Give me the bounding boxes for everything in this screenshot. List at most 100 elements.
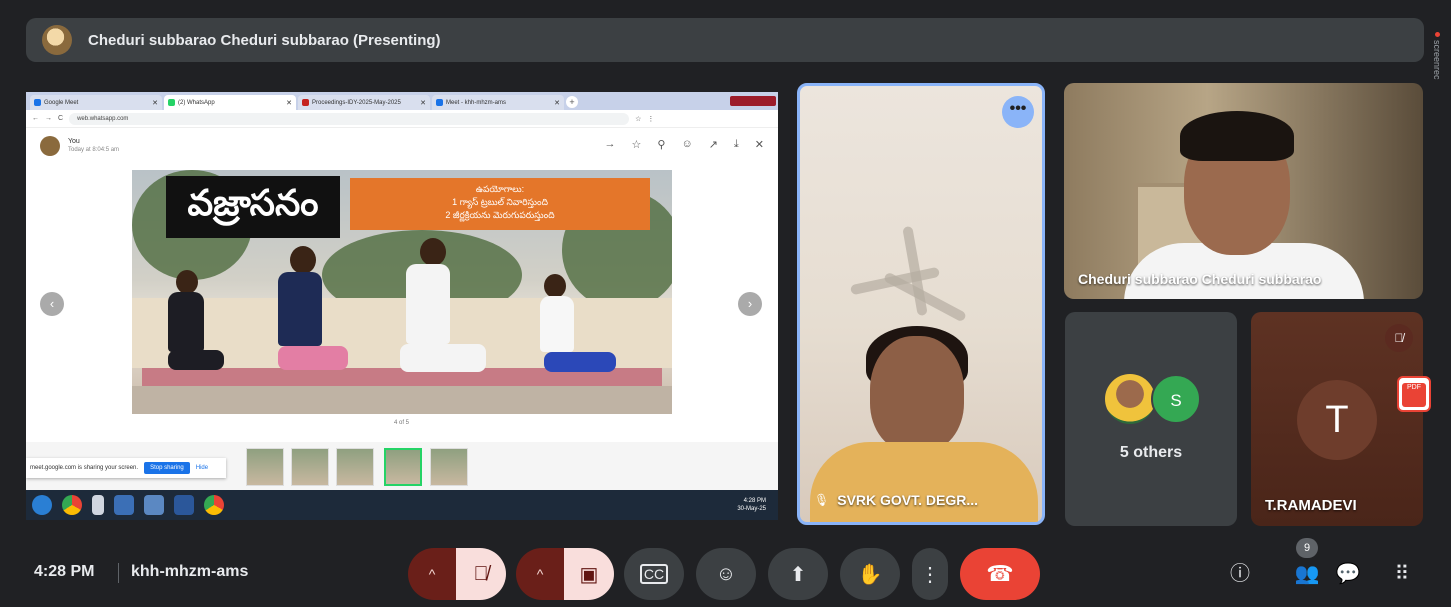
participant-tile-svrk[interactable]: ••• 🎙 SVRK GOVT. DEGR... (797, 83, 1045, 525)
activities-grid-icon[interactable]: ⠿ (1388, 560, 1416, 588)
thumbnail-selected[interactable] (384, 448, 422, 486)
benefits-heading: ఉపయోగాలు: (475, 184, 525, 194)
close-icon[interactable]: ✕ (152, 99, 158, 107)
raise-hand-button[interactable]: ✋ (840, 548, 900, 600)
screenrec-watermark: screenrec (1430, 32, 1444, 112)
present-icon: ⬆ (789, 563, 807, 586)
tab-favicon-icon (168, 99, 175, 106)
captions-icon: CC (639, 564, 669, 584)
ground (132, 386, 672, 414)
camera-toggle-button[interactable]: ▣ (564, 548, 614, 600)
microphone-toggle-button[interactable]: 🎙̸ (456, 548, 506, 600)
file-icon[interactable] (92, 495, 104, 515)
pdf-label: PDF (1402, 383, 1426, 407)
chrome-icon[interactable] (62, 495, 82, 515)
star-icon[interactable]: ☆ (635, 115, 641, 123)
emoji-icon: ☺ (715, 562, 737, 585)
sender-time: Today at 8:04:5 am (68, 147, 120, 153)
browser-tab-1[interactable]: Google Meet ✕ (30, 95, 162, 110)
menu-dots-icon[interactable]: ⋮ (647, 115, 654, 123)
tab-favicon-icon (436, 99, 443, 106)
video-settings-button[interactable]: ^ (516, 548, 564, 600)
close-icon[interactable]: ✕ (554, 99, 560, 107)
tray-time: 4:28 PM (743, 498, 766, 504)
pin-icon[interactable]: ⚲ (657, 138, 665, 151)
participant-tile-ramadevi[interactable]: 🎙̸ T T.RAMADEVI (1251, 312, 1423, 526)
thumbnail[interactable] (430, 448, 468, 486)
close-icon[interactable]: ✕ (755, 138, 764, 151)
forward-arrow-icon[interactable]: → (605, 138, 616, 151)
browser-tabs: Google Meet ✕ (2) WhatsApp ✕ Proceedings-I… (26, 92, 778, 110)
close-icon[interactable]: ✕ (420, 99, 426, 107)
people-icon[interactable]: 👥 (1293, 560, 1321, 588)
sender-avatar (40, 136, 60, 156)
browser-icon[interactable] (114, 495, 134, 515)
thumbnail[interactable] (246, 448, 284, 486)
more-options-icon[interactable]: ••• (1002, 96, 1034, 128)
phone-hangup-icon: ☎ (986, 561, 1014, 586)
thumbnail[interactable] (336, 448, 374, 486)
camera-off-icon: ▣ (579, 563, 599, 586)
star-icon[interactable]: ☆ (632, 138, 642, 151)
chrome-icon[interactable] (204, 495, 224, 515)
info-icon[interactable]: ⓘ (1226, 560, 1254, 588)
participant-avatar (1105, 374, 1155, 424)
thumbnail[interactable] (291, 448, 329, 486)
shared-screen[interactable]: Google Meet ✕ (2) WhatsApp ✕ Proceedings-I… (26, 92, 778, 520)
more-options-button[interactable]: ⋮ (912, 548, 948, 600)
word-icon[interactable] (174, 495, 194, 515)
participant-tile-cheduri[interactable]: Cheduri subbarao Cheduri subbarao (1064, 83, 1423, 299)
participant-face (870, 336, 964, 452)
address-bar: ← → C web.whatsapp.com ☆ ⋮ (26, 110, 778, 128)
captions-button[interactable]: CC (624, 548, 684, 600)
hand-icon: ✋ (857, 563, 883, 586)
audio-settings-button[interactable]: ^ (408, 548, 456, 600)
close-icon[interactable]: ✕ (286, 99, 292, 107)
start-icon[interactable] (32, 495, 52, 515)
tile-namebar: 🎙 SVRK GOVT. DEGR... (814, 492, 978, 508)
share-notice-text: meet.google.com is sharing your screen. (30, 465, 139, 471)
tab-label: (2) WhatsApp (178, 99, 215, 106)
benefit-2: 2 జీర్ణక్రియను మెరుగుపరుస్తుంది (445, 210, 555, 220)
browser-tab-2[interactable]: (2) WhatsApp ✕ (164, 95, 296, 110)
url-field[interactable]: web.whatsapp.com (69, 112, 630, 125)
meeting-time: 4:28 PM (34, 563, 95, 580)
more-vert-icon: ⋮ (920, 563, 940, 586)
browser-tab-3[interactable]: Proceedings-IDY-2025-May-2025 ✕ (298, 95, 430, 110)
system-tray: 4:28 PM 30-May-25 (737, 497, 766, 513)
record-dot-icon (1434, 32, 1440, 37)
leave-call-button[interactable]: ☎ (960, 548, 1040, 600)
window-controls[interactable] (730, 96, 776, 106)
stop-sharing-button[interactable]: Stop sharing (144, 462, 190, 474)
prev-image-button[interactable]: ‹ (40, 292, 64, 316)
share-icon[interactable]: ↗ (709, 138, 718, 151)
mic-icon: 🎙 (814, 493, 830, 507)
present-button[interactable]: ⬆ (768, 548, 828, 600)
participant-tile-others[interactable]: S 5 others (1065, 312, 1237, 526)
explorer-icon[interactable] (144, 495, 164, 515)
media-actions: → ☆ ⚲ ☺ ↗ ⤓ ✕ (605, 138, 764, 151)
download-icon[interactable]: ⤓ (734, 138, 739, 151)
reactions-button[interactable]: ☺ (696, 548, 756, 600)
screenrec-label: screenrec (1432, 40, 1442, 80)
reload-icon[interactable]: C (58, 115, 63, 122)
screen-share-notice: meet.google.com is sharing your screen. … (26, 458, 226, 478)
tab-favicon-icon (34, 99, 41, 106)
mic-off-icon: 🎙̸ (473, 562, 489, 585)
presenting-title: Cheduri subbarao Cheduri subbarao (Prese… (88, 31, 441, 49)
mic-off-icon: 🎙̸ (1385, 324, 1413, 352)
chat-icon[interactable]: 💬 (1334, 560, 1362, 588)
tab-label: Meet - khh-mhzm-ams (446, 99, 507, 106)
slide-counter: 4 of 5 (394, 420, 410, 426)
new-tab-icon[interactable]: + (566, 96, 578, 108)
pdf-icon[interactable]: PDF (1397, 376, 1431, 412)
hide-button[interactable]: Hide (196, 465, 208, 471)
participant-name: Cheduri subbarao Cheduri subbarao (1078, 271, 1322, 287)
browser-tab-4[interactable]: Meet - khh-mhzm-ams ✕ (432, 95, 564, 110)
sender-info: You Today at 8:04:5 am (68, 137, 119, 155)
forward-icon[interactable]: → (45, 115, 52, 122)
next-image-button[interactable]: › (738, 292, 762, 316)
back-icon[interactable]: ← (32, 115, 39, 122)
benefit-1: 1 గ్యాస్ ట్రబుల్ నివారిస్తుంది (452, 197, 548, 207)
emoji-icon[interactable]: ☺ (681, 138, 692, 151)
